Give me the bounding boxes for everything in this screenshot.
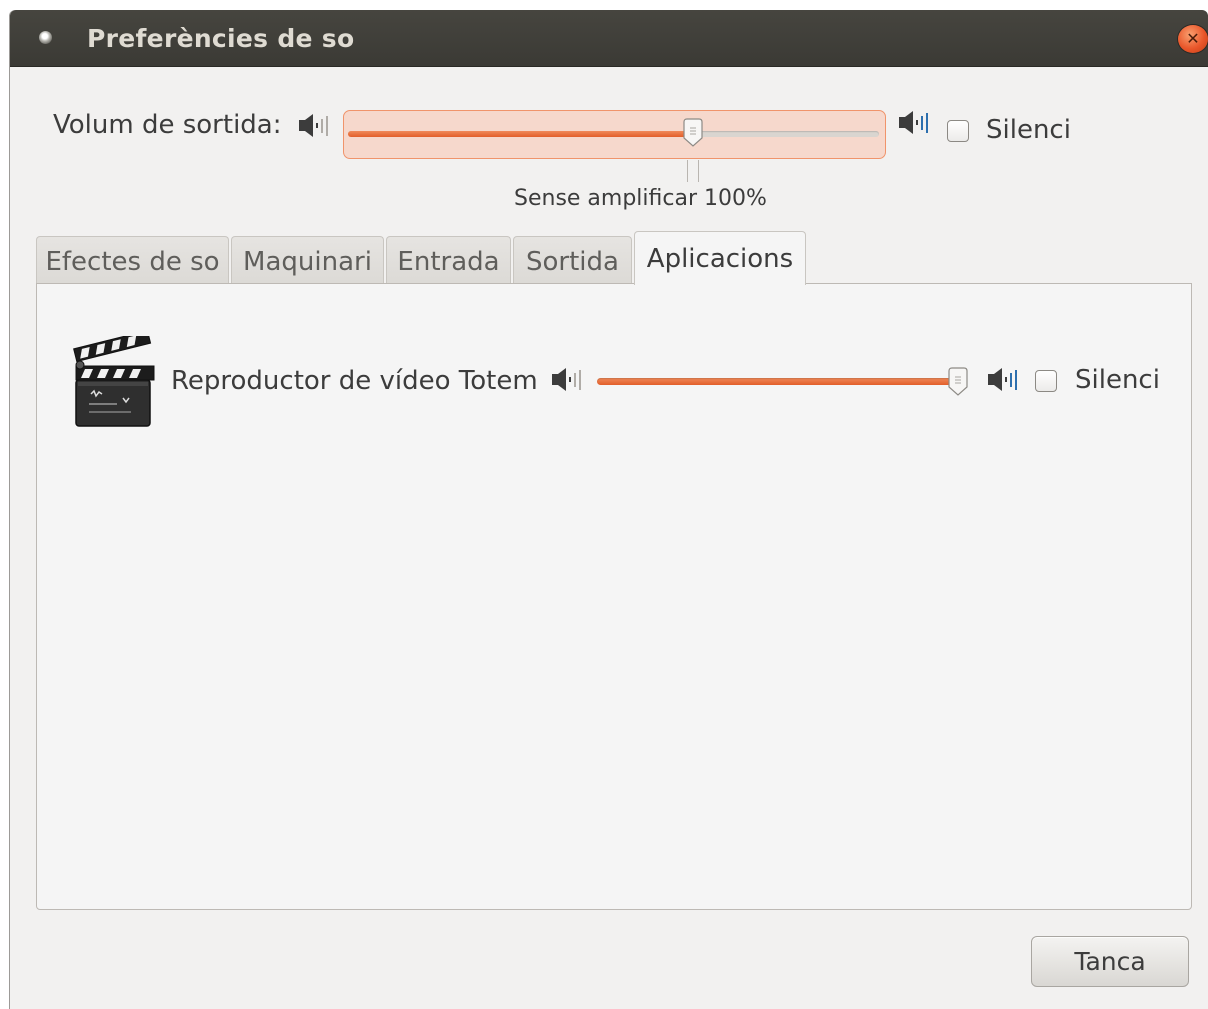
applications-panel: Reproductor de vídeo Totem Silenci bbox=[36, 283, 1192, 910]
volume-mark-label: Sense amplificar 100% bbox=[514, 186, 767, 211]
tab-input[interactable]: Entrada bbox=[386, 236, 511, 283]
title-bar[interactable]: Preferències de so ✕ bbox=[10, 10, 1208, 67]
clapperboard-icon bbox=[73, 336, 155, 427]
window-close-button[interactable]: ✕ bbox=[1178, 25, 1208, 53]
speaker-high-icon bbox=[899, 111, 928, 134]
output-mute-label[interactable]: Silenci bbox=[986, 115, 1071, 145]
tab-output[interactable]: Sortida bbox=[513, 236, 632, 283]
window-menu-icon[interactable] bbox=[39, 31, 52, 44]
application-volume-handle[interactable] bbox=[947, 367, 969, 397]
window-title: Preferències de so bbox=[87, 24, 355, 53]
application-mute-checkbox[interactable] bbox=[1035, 370, 1057, 392]
output-volume-label: Volum de sortida: bbox=[53, 110, 282, 140]
tab-applications[interactable]: Aplicacions bbox=[634, 231, 806, 285]
volume-mark-tick bbox=[687, 160, 688, 182]
application-mute-label[interactable]: Silenci bbox=[1075, 365, 1160, 395]
app-speaker-high-icon bbox=[988, 368, 1017, 391]
output-volume-fill bbox=[348, 131, 693, 137]
speaker-low-icon bbox=[299, 114, 328, 137]
output-volume-slider[interactable] bbox=[343, 110, 886, 159]
output-mute-checkbox[interactable] bbox=[947, 120, 969, 142]
application-volume-slider[interactable] bbox=[597, 378, 959, 385]
tab-sound-effects[interactable]: Efectes de so bbox=[36, 236, 229, 283]
sound-preferences-window: Preferències de so ✕ Volum de sortida: S… bbox=[10, 10, 1208, 1009]
close-button[interactable]: Tanca bbox=[1031, 936, 1189, 987]
output-volume-handle[interactable] bbox=[682, 118, 704, 148]
app-speaker-low-icon bbox=[552, 368, 581, 391]
application-name: Reproductor de vídeo Totem bbox=[171, 366, 538, 396]
tab-hardware[interactable]: Maquinari bbox=[231, 236, 384, 283]
volume-mark-tick bbox=[698, 160, 699, 182]
output-volume-track[interactable] bbox=[348, 131, 879, 137]
